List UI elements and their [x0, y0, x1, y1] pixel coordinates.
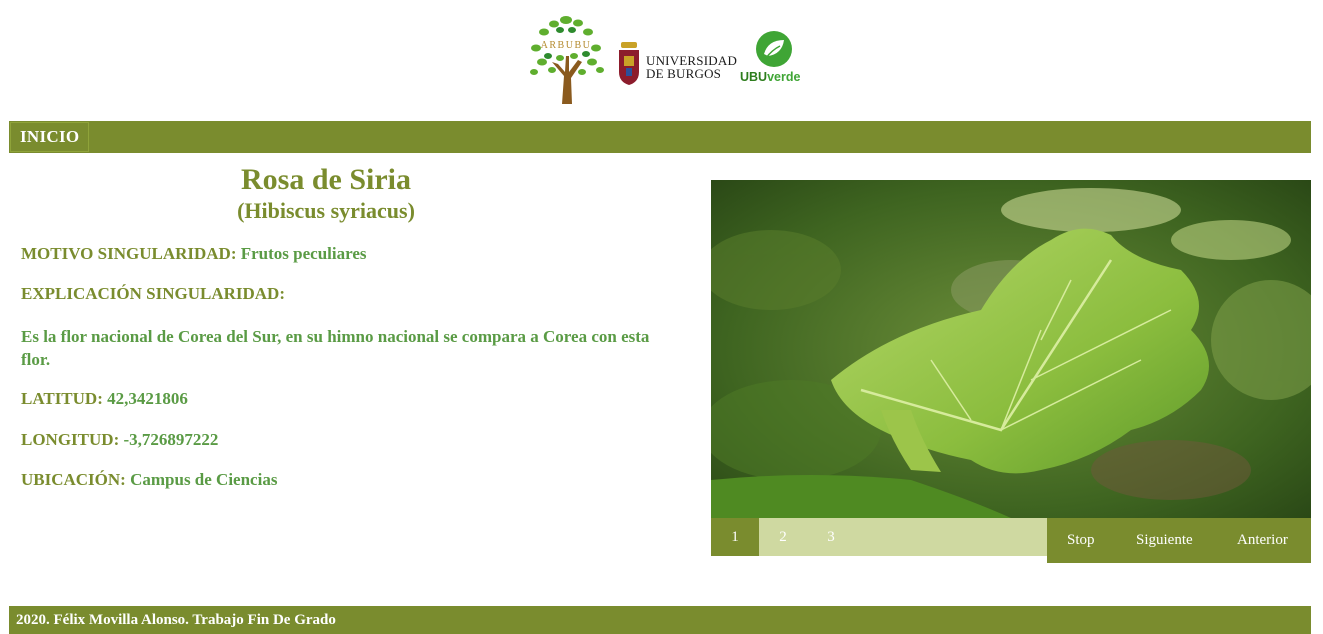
latitud-row: LATITUD: 42,3421806 [21, 389, 188, 409]
nav-inicio[interactable]: INICIO [10, 122, 90, 152]
nav-bar: INICIO [9, 121, 1311, 153]
motivo-label: MOTIVO SINGULARIDAD: [21, 244, 237, 263]
universidad-burgos-logo: UNIVERSIDAD DE BURGOS [616, 40, 738, 86]
next-button[interactable]: Siguiente [1136, 518, 1193, 563]
ubicacion-value: Campus de Ciencias [130, 470, 278, 489]
ubu-name: UNIVERSIDAD DE BURGOS [646, 53, 738, 81]
pager-page-1[interactable]: 1 [711, 518, 759, 556]
tree-photo [711, 180, 1311, 518]
longitud-row: LONGITUD: -3,726897222 [21, 430, 218, 450]
scientific-name: (Hibiscus syriacus) [237, 198, 415, 223]
pager-page-2[interactable]: 2 [759, 518, 807, 556]
arbubu-logo: ARBUBU [522, 10, 610, 104]
ubuverde-suffix: verde [767, 70, 801, 84]
ubuverde-prefix: UBU [740, 70, 768, 84]
longitud-value: -3,726897222 [123, 430, 219, 449]
header-logos: ARBUBU UNIVERSIDAD DE BURGOS UBUverde [0, 0, 1323, 118]
previous-button[interactable]: Anterior [1237, 518, 1288, 563]
motivo-row: MOTIVO SINGULARIDAD: Frutos peculiares [21, 244, 367, 264]
tree-title: Rosa de Siria (Hibiscus syriacus) [14, 162, 638, 224]
slideshow-pager: 1 2 3 [711, 518, 1047, 556]
footer: 2020. Félix Movilla Alonso. Trabajo Fin … [9, 606, 1311, 634]
ubicacion-label: UBICACIÓN: [21, 470, 126, 489]
ubuverde-logo: UBUverde [738, 30, 810, 88]
latitud-value: 42,3421806 [107, 389, 188, 408]
ubicacion-row: UBICACIÓN: Campus de Ciencias [21, 470, 277, 490]
explicacion-row: EXPLICACIÓN SINGULARIDAD: [21, 284, 285, 304]
svg-text:ARBUBU: ARBUBU [541, 40, 592, 51]
latitud-label: LATITUD: [21, 389, 103, 408]
slideshow-controls: Stop Siguiente Anterior [1047, 518, 1311, 563]
common-name: Rosa de Siria [240, 163, 411, 196]
explicacion-text: Es la flor nacional de Corea del Sur, en… [21, 327, 650, 369]
longitud-label: LONGITUD: [21, 430, 120, 449]
explicacion-label: EXPLICACIÓN SINGULARIDAD: [21, 284, 285, 303]
stop-button[interactable]: Stop [1067, 518, 1095, 563]
motivo-value: Frutos peculiares [240, 244, 367, 263]
pager-page-3[interactable]: 3 [807, 518, 855, 556]
ubuverde-text: UBUverde [740, 70, 800, 84]
